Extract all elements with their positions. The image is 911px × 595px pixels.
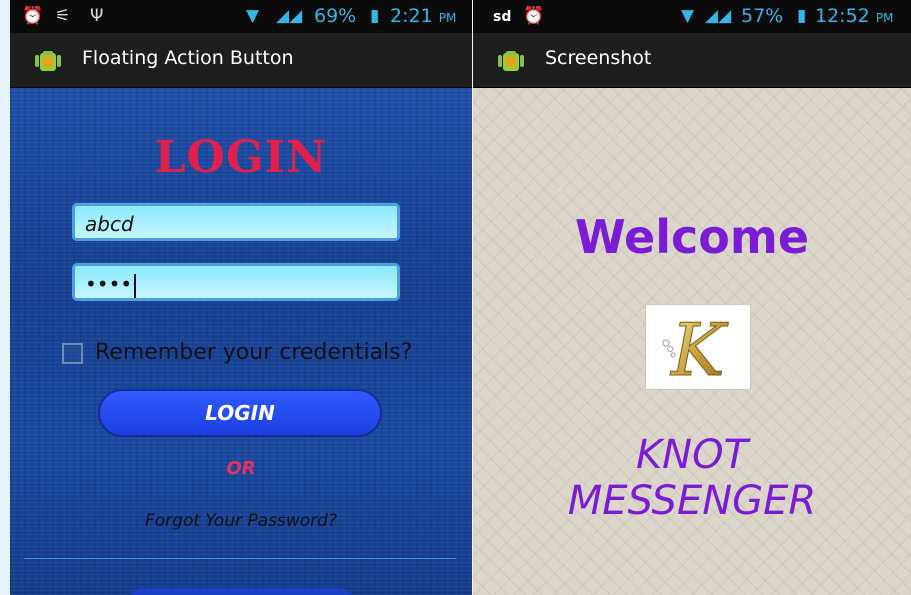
alarm-icon: ⏰: [523, 6, 545, 26]
signal-icon: ◢◢: [276, 6, 303, 26]
username-input[interactable]: abcd: [72, 203, 400, 241]
login-heading: LOGIN: [154, 132, 328, 183]
carrier-label: sd: [493, 9, 512, 25]
app-name: KNOT MESSENGER: [473, 432, 911, 524]
status-bar: sd ⏰ ▼ ◢◢ 57% ▮ 12:52 PM: [473, 0, 911, 33]
remember-row[interactable]: Remember your credentials?: [62, 340, 412, 365]
status-bar: ⏰ ⚟ Ψ ▼ ◢◢ 69% ▮ 2:21 PM: [10, 0, 472, 33]
app-title: Screenshot: [545, 47, 652, 69]
clock: 2:21 PM: [390, 5, 457, 27]
svg-text:K: K: [669, 308, 729, 389]
text-cursor: [134, 273, 137, 298]
bottom-button[interactable]: [126, 588, 356, 595]
battery-percent: 57%: [741, 5, 784, 27]
welcome-content: Welcome K KNOT MESSENGER: [473, 88, 911, 595]
action-bar: Screenshot: [473, 33, 911, 88]
wifi-icon: ▼: [246, 6, 260, 26]
forgot-password-link[interactable]: Forgot Your Password?: [10, 511, 472, 531]
username-value: abcd: [85, 212, 134, 236]
battery-icon: ▮: [370, 6, 380, 26]
remember-checkbox[interactable]: [62, 342, 83, 364]
signal-icon: ◢◢: [705, 6, 732, 26]
clock: 12:52 PM: [815, 5, 894, 27]
android-logo-icon: [35, 51, 61, 71]
battery-icon: ▮: [797, 6, 807, 26]
wifi-question-icon: ⚟: [55, 6, 71, 26]
divider: [24, 558, 456, 559]
wifi-icon: ▼: [681, 6, 695, 26]
action-bar: Floating Action Button: [10, 33, 472, 88]
app-name-line1: KNOT: [635, 432, 749, 478]
password-value: ••••: [85, 272, 133, 296]
app-title: Floating Action Button: [82, 47, 294, 69]
right-phone-screen: sd ⏰ ▼ ◢◢ 57% ▮ 12:52 PM Screenshot Welc…: [473, 0, 911, 595]
or-separator: OR: [226, 458, 256, 479]
app-name-line2: MESSENGER: [567, 478, 817, 524]
battery-percent: 69%: [314, 5, 357, 27]
alarm-icon: ⏰: [22, 6, 44, 26]
left-phone-screen: ⏰ ⚟ Ψ ▼ ◢◢ 69% ▮ 2:21 PM Floating Action…: [10, 0, 472, 595]
android-logo-icon: [498, 51, 524, 71]
knot-logo-image: K: [645, 304, 751, 393]
login-button[interactable]: LOGIN: [98, 389, 382, 437]
k-letter-logo: K: [662, 308, 730, 393]
login-content: LOGIN abcd •••• Remember your credential…: [10, 88, 472, 595]
remember-label: Remember your credentials?: [95, 340, 413, 365]
welcome-heading: Welcome: [574, 210, 810, 264]
usb-icon: Ψ: [90, 6, 104, 26]
password-input[interactable]: ••••: [72, 263, 400, 301]
